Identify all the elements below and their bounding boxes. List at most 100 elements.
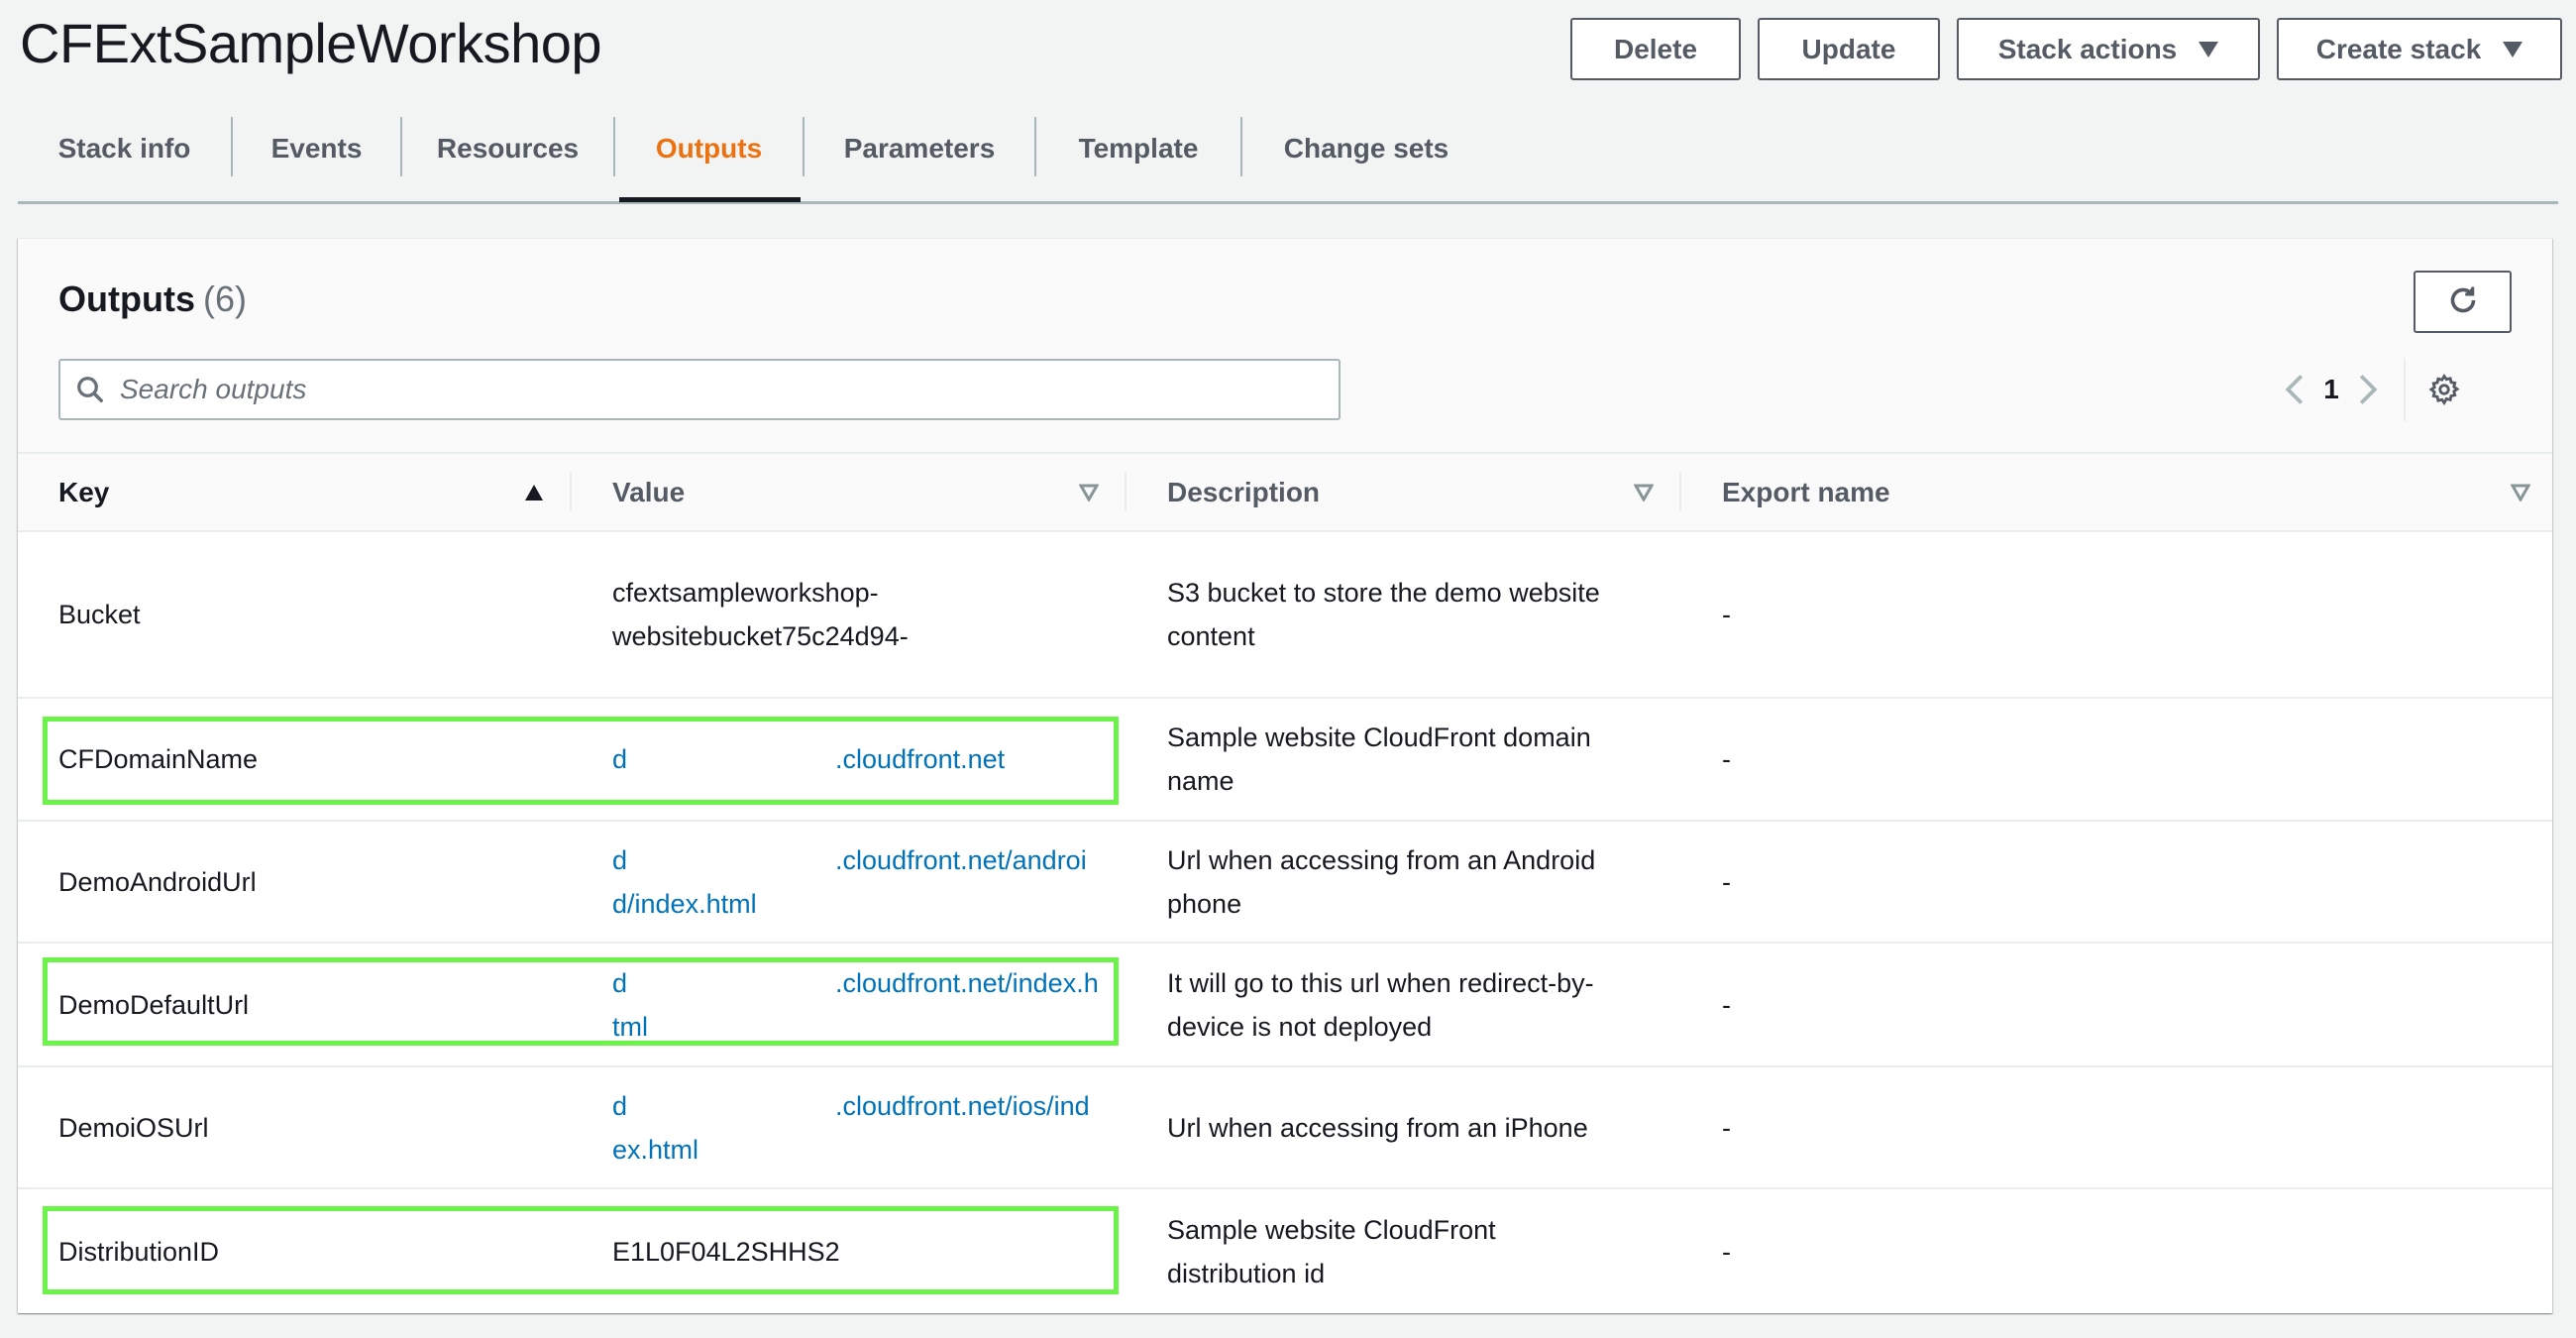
output-key: DemoDefaultUrl	[18, 943, 572, 1067]
output-value: cfextsampleworkshop-websitebucket75c24d9…	[572, 531, 1127, 699]
output-value-link[interactable]: d .cloudfront.net/index.html	[612, 968, 1099, 1042]
search-icon	[74, 374, 106, 405]
table-row: DistributionID E1L0F04L2SHHS2 Sample web…	[18, 1188, 2552, 1313]
output-key: DistributionID	[58, 1236, 220, 1267]
value-prefix: d	[612, 967, 628, 998]
column-header-key[interactable]: Key	[18, 454, 572, 532]
output-value: d .cloudfront.net	[572, 698, 1127, 822]
output-export-name: -	[1681, 698, 2552, 822]
update-button[interactable]: Update	[1758, 18, 1940, 80]
search-outputs-field[interactable]	[58, 359, 1341, 420]
tab-resources[interactable]: Resources	[402, 109, 613, 201]
output-description: Url when accessing from an iPhone	[1127, 1066, 1681, 1189]
tab-parameters[interactable]: Parameters	[805, 109, 1034, 201]
create-stack-label: Create stack	[2315, 33, 2482, 64]
outputs-title: Outputs	[58, 279, 195, 319]
table-row: DemoiOSUrl d .cloudfront.net/ios/index.ht…	[18, 1066, 2552, 1189]
delete-button-label: Delete	[1613, 33, 1698, 64]
sort-ascending-icon[interactable]	[524, 484, 544, 502]
output-description: Url when accessing from an Android phone	[1127, 821, 1681, 944]
output-key: DemoAndroidUrl	[18, 821, 572, 944]
value-suffix: .cloudfront.net	[835, 744, 1006, 774]
tab-label: Stack info	[57, 132, 191, 164]
delete-button[interactable]: Delete	[1570, 18, 1741, 80]
tab-change-sets[interactable]: Change sets	[1242, 109, 1490, 201]
tab-label: Change sets	[1283, 132, 1449, 164]
page-title: CFExtSampleWorkshop	[20, 12, 602, 74]
output-export-name: -	[1681, 943, 2552, 1067]
page-number[interactable]: 1	[2312, 374, 2350, 405]
sort-descending-outline-icon[interactable]	[2511, 484, 2530, 502]
output-export-name: -	[1681, 1066, 2552, 1189]
output-export-name: -	[1681, 821, 2552, 944]
tab-label: Events	[270, 132, 363, 164]
output-value: d .cloudfront.net/index.html	[572, 943, 1127, 1067]
table-row: CFDomainName d .cloudfront.net Sample web…	[18, 698, 2552, 822]
output-value-text: E1L0F04L2SHHS2	[612, 1236, 840, 1267]
gear-icon[interactable]	[2421, 367, 2467, 412]
output-value: d .cloudfront.net/android/index.html	[572, 821, 1127, 944]
tab-label: Resources	[436, 132, 580, 164]
output-value-link[interactable]: d .cloudfront.net/android/index.html	[612, 845, 1087, 919]
value-prefix: d	[612, 844, 628, 875]
value-prefix: d	[612, 1090, 628, 1121]
outputs-heading: Outputs (6)	[58, 279, 247, 320]
output-key: CFDomainName	[18, 698, 572, 822]
stack-actions-bar: Delete Update Stack actions Create stack	[1570, 18, 2562, 80]
stack-actions-label: Stack actions	[1997, 33, 2178, 64]
update-button-label: Update	[1801, 33, 1896, 64]
output-value: E1L0F04L2SHHS2	[572, 1188, 1127, 1313]
tab-outputs[interactable]: Outputs	[615, 109, 803, 202]
column-header-export-name[interactable]: Export name	[1681, 454, 2552, 532]
output-value-text: cfextsampleworkshop-websitebucket75c24d9…	[612, 578, 909, 651]
output-key: Bucket	[18, 531, 572, 699]
tab-label: Parameters	[843, 132, 996, 164]
outputs-table: Key Value Description Export name Bucket…	[18, 454, 2552, 1313]
value-suffix: .cloudfront.net/index.html	[612, 967, 1099, 1042]
chevron-right-icon[interactable]	[2350, 367, 2386, 412]
table-row: DemoDefaultUrl d .cloudfront.net/index.ht…	[18, 943, 2552, 1067]
pagination-divider	[2404, 358, 2406, 421]
output-value-link[interactable]: d .cloudfront.net/ios/index.html	[612, 1091, 1090, 1165]
outputs-count: (6)	[202, 279, 247, 319]
output-value-link[interactable]: d .cloudfront.net	[612, 744, 1005, 774]
value-suffix: .cloudfront.net/ios/index.html	[612, 1090, 1090, 1165]
tab-events[interactable]: Events	[233, 109, 400, 201]
value-prefix: d	[612, 744, 628, 774]
table-row: Bucket cfextsampleworkshop-websitebucket…	[18, 531, 2552, 699]
create-stack-dropdown[interactable]: Create stack	[2277, 18, 2562, 80]
column-header-description[interactable]: Description	[1127, 454, 1681, 532]
stack-tabs: Stack info Events Resources Outputs Para…	[18, 109, 2558, 204]
outputs-panel-header: Outputs(6) 1	[18, 239, 2552, 454]
column-header-value[interactable]: Value	[572, 454, 1127, 532]
table-row: DemoAndroidUrl d .cloudfront.net/android/…	[18, 821, 2552, 944]
column-header-label: Value	[612, 476, 686, 507]
column-header-label: Export name	[1722, 476, 1890, 507]
chevron-left-icon[interactable]	[2277, 367, 2312, 412]
search-outputs-input[interactable]	[120, 374, 1339, 405]
sort-descending-outline-icon[interactable]	[1634, 484, 1654, 502]
output-key: DemoiOSUrl	[18, 1066, 572, 1189]
tab-template[interactable]: Template	[1036, 109, 1240, 201]
tab-label: Template	[1078, 132, 1199, 164]
tab-stack-info[interactable]: Stack info	[18, 109, 231, 201]
output-description: Sample website CloudFront distribution i…	[1167, 1214, 1496, 1288]
caret-down-icon	[2199, 41, 2219, 57]
caret-down-icon	[2503, 41, 2523, 57]
output-export-name: -	[1681, 531, 2552, 699]
output-description: S3 bucket to store the demo website cont…	[1127, 531, 1681, 699]
output-description: It will go to this url when redirect-by-…	[1127, 943, 1681, 1067]
refresh-icon	[2445, 282, 2481, 321]
value-suffix: .cloudfront.net/android/index.html	[612, 844, 1087, 919]
outputs-panel: Outputs(6) 1	[18, 238, 2552, 1313]
sort-descending-outline-icon[interactable]	[1079, 484, 1099, 502]
stack-actions-dropdown[interactable]: Stack actions	[1957, 18, 2260, 80]
column-header-label: Description	[1167, 476, 1321, 507]
tab-label: Outputs	[655, 132, 763, 164]
column-header-label: Key	[58, 476, 110, 507]
output-value: d .cloudfront.net/ios/index.html	[572, 1066, 1127, 1189]
refresh-button[interactable]	[2414, 271, 2512, 333]
table-header-row: Key Value Description Export name	[18, 454, 2552, 532]
output-description: Sample website CloudFront domain name	[1127, 698, 1681, 822]
output-export-name: -	[1722, 1236, 1731, 1267]
